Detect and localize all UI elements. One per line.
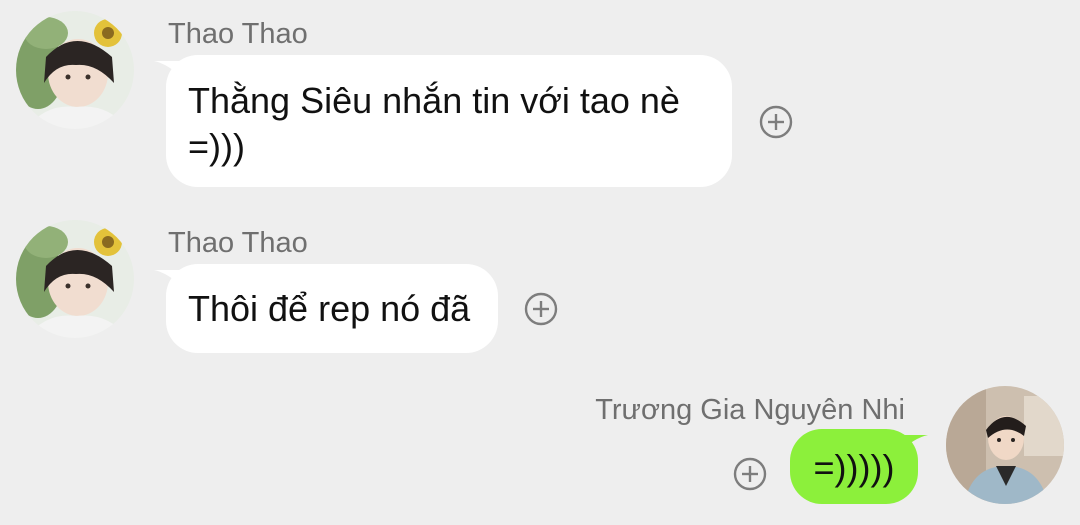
add-reaction-button[interactable] <box>732 456 768 492</box>
message-bubble[interactable]: Thôi để rep nó đã <box>166 264 498 353</box>
add-reaction-icon <box>733 457 767 491</box>
avatar[interactable] <box>16 220 134 338</box>
message-text-line: Thằng Siêu nhắn tin với tao nè <box>188 80 680 121</box>
avatar[interactable] <box>16 11 134 129</box>
message-text-line: =))))) <box>813 447 895 488</box>
sender-name: Thao Thao <box>168 227 308 259</box>
sender-name: Trương Gia Nguyên Nhi <box>595 394 905 426</box>
avatar[interactable] <box>946 386 1064 504</box>
message-bubble[interactable]: =))))) <box>790 429 918 504</box>
add-reaction-button[interactable] <box>758 104 794 140</box>
add-reaction-icon <box>759 105 793 139</box>
message-bubble[interactable]: Thằng Siêu nhắn tin với tao nè =))) <box>166 55 732 187</box>
message-text-line: Thôi để rep nó đã <box>188 288 471 329</box>
add-reaction-button[interactable] <box>523 291 559 327</box>
add-reaction-icon <box>524 292 558 326</box>
sender-name: Thao Thao <box>168 18 308 50</box>
message-text-line: =))) <box>188 126 245 167</box>
